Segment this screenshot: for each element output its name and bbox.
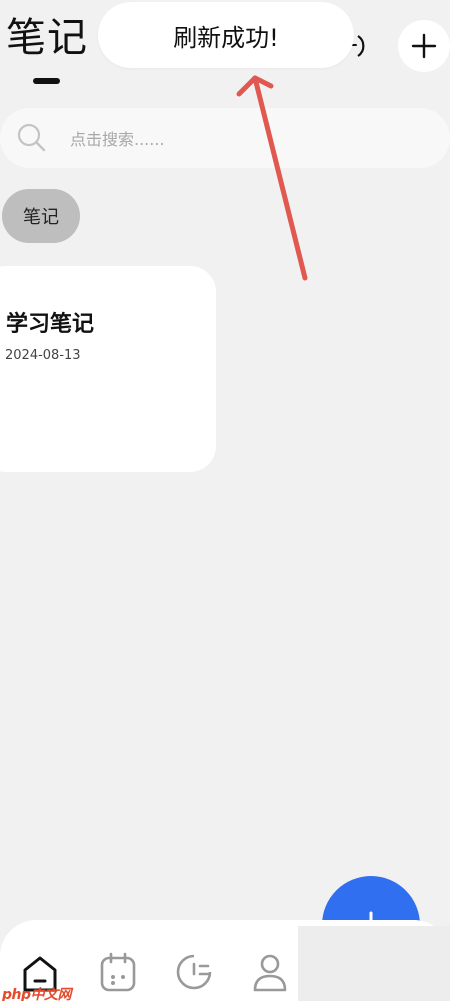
profile-icon (253, 954, 287, 992)
nav-profile[interactable] (250, 950, 290, 994)
page-title: 笔记 (6, 15, 88, 61)
title-active-indicator (33, 78, 60, 84)
note-card[interactable]: 学习笔记 2024-08-13 (0, 266, 216, 472)
search-input[interactable]: 点击搜索...... (0, 108, 450, 168)
search-icon (17, 123, 46, 152)
add-note-header-button[interactable] (398, 20, 450, 72)
category-chip-notes[interactable]: 笔记 (2, 189, 80, 243)
bottom-nav (0, 920, 450, 1001)
plus-icon (411, 33, 437, 59)
toast-text: 刷新成功! (173, 23, 279, 52)
category-chip-label: 笔记 (23, 207, 59, 228)
note-title: 学习笔记 (6, 312, 95, 337)
nav-calendar[interactable] (98, 950, 138, 994)
search-placeholder: 点击搜索...... (70, 130, 165, 149)
nav-home[interactable] (20, 950, 60, 994)
note-date: 2024-08-13 (5, 348, 81, 363)
nav-stats[interactable] (174, 950, 214, 994)
stats-icon (176, 954, 212, 990)
home-icon (23, 956, 57, 992)
refresh-toast: 刷新成功! (98, 2, 354, 68)
calendar-icon (100, 952, 136, 992)
notes-screen: 笔记 刷新成功! 点击搜索...... 笔记 学习笔记 2024-08-13 p… (0, 0, 450, 1001)
annotation-arrow (236, 75, 308, 281)
